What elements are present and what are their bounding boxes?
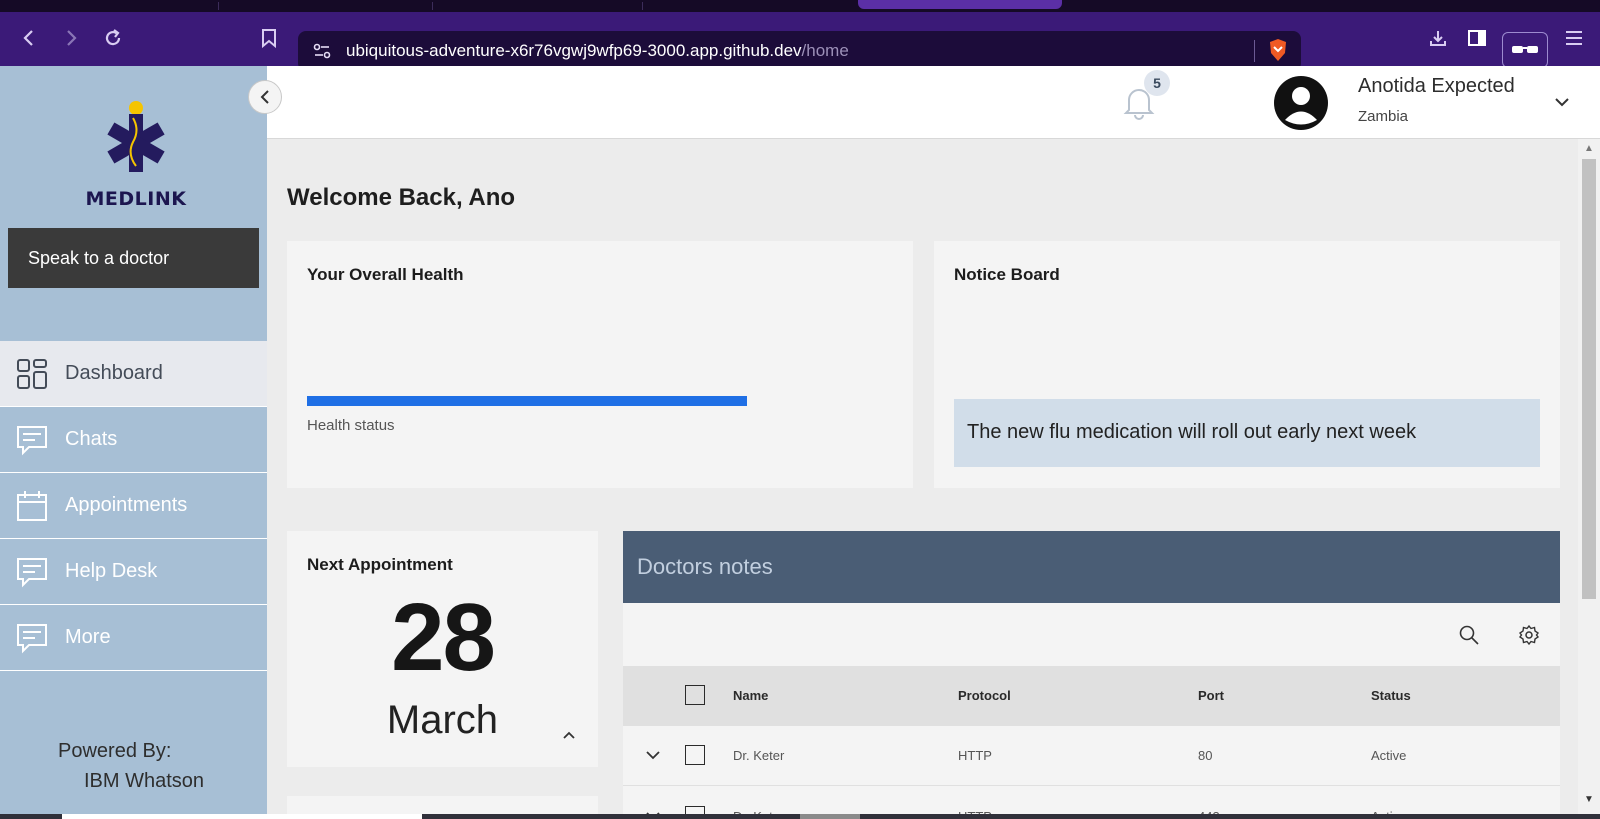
sidebar-item-appointments[interactable]: Appointments [0, 473, 267, 539]
cell-name: Dr. Keter [733, 748, 785, 763]
health-progress-fill [307, 396, 747, 406]
column-header-protocol[interactable]: Protocol [958, 688, 1011, 703]
os-taskbar-strip [0, 814, 1600, 819]
powered-by: Powered By: IBM Whatson [58, 736, 204, 796]
tab-separator [218, 2, 219, 10]
speak-to-doctor-button[interactable]: Speak to a doctor [8, 228, 259, 288]
menu-icon[interactable] [1565, 28, 1583, 52]
chevron-down-icon[interactable] [644, 746, 662, 764]
sidebar-item-more[interactable]: More [0, 605, 267, 671]
avatar[interactable] [1273, 75, 1329, 131]
scroll-up-icon[interactable]: ▲ [1584, 143, 1594, 154]
cell-status: Active [1371, 748, 1407, 763]
card-title: Next Appointment [307, 555, 453, 574]
app-root: MEDLINK Speak to a doctor Dashboard Chat… [0, 66, 1600, 819]
notification-badge: 5 [1144, 70, 1170, 96]
sidebar-nav: Dashboard Chats Appointments Help Desk M… [0, 341, 267, 671]
card-title: Your Overall Health [307, 265, 464, 284]
sidebar-toggle-icon[interactable] [1467, 28, 1487, 52]
chat-icon [17, 557, 47, 587]
tab-separator [432, 2, 433, 10]
next-appointment-card: Next Appointment 28 March [287, 531, 598, 767]
appointment-month: March [386, 698, 499, 742]
scroll-down-icon[interactable]: ▼ [1584, 794, 1594, 805]
address-bar[interactable]: ubiquitous-adventure-x6r76vgwj9wfp69-300… [298, 31, 1301, 71]
sidebar-item-label: Chats [65, 428, 118, 450]
scroll-thumb[interactable] [1582, 159, 1596, 599]
sidebar-item-label: More [65, 626, 111, 648]
browser-tab-strip [0, 0, 1600, 12]
brave-shields-icon[interactable] [1267, 38, 1289, 62]
appointment-day: 28 [391, 584, 496, 691]
browser-toolbar: ubiquitous-adventure-x6r76vgwj9wfp69-300… [0, 12, 1600, 71]
logo-text: MEDLINK [85, 188, 187, 210]
user-location: Zambia [1358, 108, 1409, 125]
powered-by-label: Powered By: [58, 740, 172, 762]
tab-separator [642, 2, 643, 10]
private-mode-button[interactable] [1502, 32, 1548, 68]
taskbar-segment [62, 814, 422, 819]
sidebar: MEDLINK Speak to a doctor Dashboard Chat… [0, 66, 267, 814]
sidebar-item-help-desk[interactable]: Help Desk [0, 539, 267, 605]
chat-icon [17, 425, 47, 455]
cell-protocol: HTTP [958, 748, 992, 763]
doctors-notes-title: Doctors notes [623, 531, 1560, 603]
grid-icon [17, 358, 47, 389]
sidebar-item-label: Dashboard [65, 362, 163, 384]
forward-icon[interactable] [62, 27, 80, 53]
table-toolbar [623, 603, 1560, 666]
notice-board-card: Notice Board The new flu medication will… [934, 241, 1560, 488]
sidebar-item-dashboard[interactable]: Dashboard [0, 341, 267, 407]
welcome-heading: Welcome Back, Ano [287, 184, 516, 211]
bookmark-icon[interactable] [260, 27, 278, 53]
calendar-icon [17, 490, 47, 521]
top-bar: 5 Anotida Expected Zambia [267, 66, 1600, 139]
glasses-icon [1512, 46, 1538, 53]
health-status-label: Health status [307, 417, 395, 434]
column-header-port[interactable]: Port [1198, 688, 1224, 703]
sidebar-item-label: Help Desk [65, 560, 158, 582]
sidebar-collapse-button[interactable] [248, 80, 282, 114]
overall-health-card: Your Overall Health Health status [287, 241, 913, 488]
taskbar-segment [800, 814, 860, 819]
medlink-logo: MEDLINK [86, 94, 186, 210]
download-icon[interactable] [1428, 28, 1448, 52]
powered-by-name: IBM Whatson [84, 770, 205, 792]
chat-icon [17, 623, 47, 653]
column-header-status[interactable]: Status [1371, 688, 1411, 703]
table-row[interactable]: Dr. Keter HTTP 80 Active [623, 726, 1560, 786]
doctors-notes-table: Doctors notes Name Protocol Port Status … [623, 531, 1560, 819]
card-title: Notice Board [954, 265, 1060, 284]
active-browser-tab[interactable] [858, 0, 1062, 9]
url-text: ubiquitous-adventure-x6r76vgwj9wfp69-300… [346, 41, 849, 61]
page-scrollbar[interactable]: ▲ ▼ [1578, 139, 1600, 814]
star-of-life-icon [107, 101, 165, 172]
table-header: Name Protocol Port Status [623, 666, 1560, 726]
sidebar-item-label: Appointments [65, 494, 188, 516]
select-all-checkbox[interactable] [685, 685, 705, 705]
sidebar-item-chats[interactable]: Chats [0, 407, 267, 473]
column-header-name[interactable]: Name [733, 688, 768, 703]
search-icon[interactable] [1458, 624, 1480, 646]
url-host: ubiquitous-adventure-x6r76vgwj9wfp69-300… [346, 41, 802, 60]
health-progress-bar [307, 396, 747, 406]
site-settings-icon[interactable] [312, 41, 332, 61]
chevron-down-icon[interactable] [1552, 92, 1572, 112]
back-icon[interactable] [20, 27, 38, 53]
url-divider [1254, 40, 1255, 62]
gear-icon[interactable] [1518, 624, 1540, 646]
user-name[interactable]: Anotida Expected [1358, 75, 1515, 98]
chevron-up-icon[interactable] [559, 725, 579, 745]
row-checkbox[interactable] [685, 745, 705, 765]
chevron-left-icon [260, 90, 269, 104]
cell-port: 80 [1198, 748, 1213, 763]
notice-message: The new flu medication will roll out ear… [954, 399, 1540, 467]
reload-icon[interactable] [102, 27, 124, 53]
url-path: /home [801, 41, 849, 60]
